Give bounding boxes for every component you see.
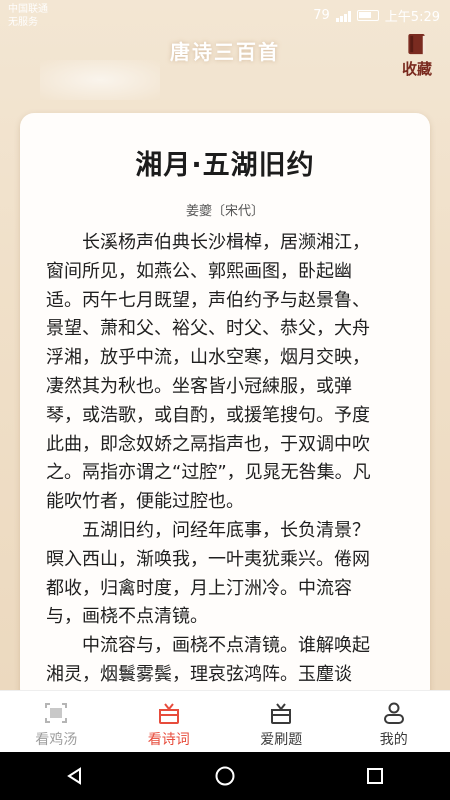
gift-box-icon [271,703,292,724]
nav-item-mine[interactable]: 我的 [338,691,450,752]
poem-author: 姜夔〔宋代〕 [185,204,264,219]
app-title: 唐诗三百首 [170,40,280,64]
carrier-info: 中国联通 无服务 [8,3,48,29]
home-circle-icon [215,766,235,786]
nav-item-poems[interactable]: 看诗词 [113,691,226,752]
status-icons: 79 上午5:29 [313,6,440,25]
system-nav-bar [0,752,450,800]
nav-label: 看诗词 [147,732,190,748]
recents-button[interactable] [345,756,405,796]
status-bar: 中国联通 无服务 79 上午5:29 [0,0,450,32]
favorite-label: 收藏 [401,60,432,78]
nav-label: 爱刷题 [260,732,303,748]
gift-box-icon [158,703,179,724]
poem-paragraph: 五湖旧约，问经年底事，长负清景？暝入西山，渐唤我，一叶夷犹乘兴。倦网都收，归禽时… [46,519,370,628]
user-icon [383,702,404,724]
battery-level: 79 [313,8,330,23]
book-icon [408,33,426,55]
battery-icon [356,10,379,21]
poem-paragraph: 长溪杨声伯典长沙楫棹，居濒湘江，窗间所见，如燕公、郭熙画图，卧起幽适。丙午七月既… [46,232,371,513]
nav-label: 我的 [379,732,408,748]
nav-item-quiz[interactable]: 爱刷题 [225,691,338,752]
carrier-name: 中国联通 [8,4,48,15]
home-button[interactable] [195,756,255,796]
poem-title: 湘月·五湖旧约 [135,150,315,181]
poem-card: 湘月·五湖旧约 姜夔〔宋代〕 长溪杨声伯典长沙楫棹，居濒湘江，窗间所见，如燕公、… [20,113,430,703]
recents-square-icon [367,768,383,784]
signal-icon [335,10,351,22]
clock: 上午5:29 [384,10,440,25]
carrier-status: 无服务 [8,17,38,28]
poem-body[interactable]: 长溪杨声伯典长沙楫棹，居濒湘江，窗间所见，如燕公、郭熙画图，卧起幽适。丙午七月既… [46,229,386,703]
bottom-nav: 看鸡汤 看诗词 爱刷题 我的 [0,690,450,752]
background-decoration [40,60,160,100]
favorite-button[interactable]: 收藏 [398,33,436,79]
nav-label: 看鸡汤 [35,732,78,748]
frame-icon [45,703,68,723]
nav-item-chicken-soup[interactable]: 看鸡汤 [0,691,113,752]
back-button[interactable] [45,756,105,796]
back-triangle-icon [67,767,81,785]
